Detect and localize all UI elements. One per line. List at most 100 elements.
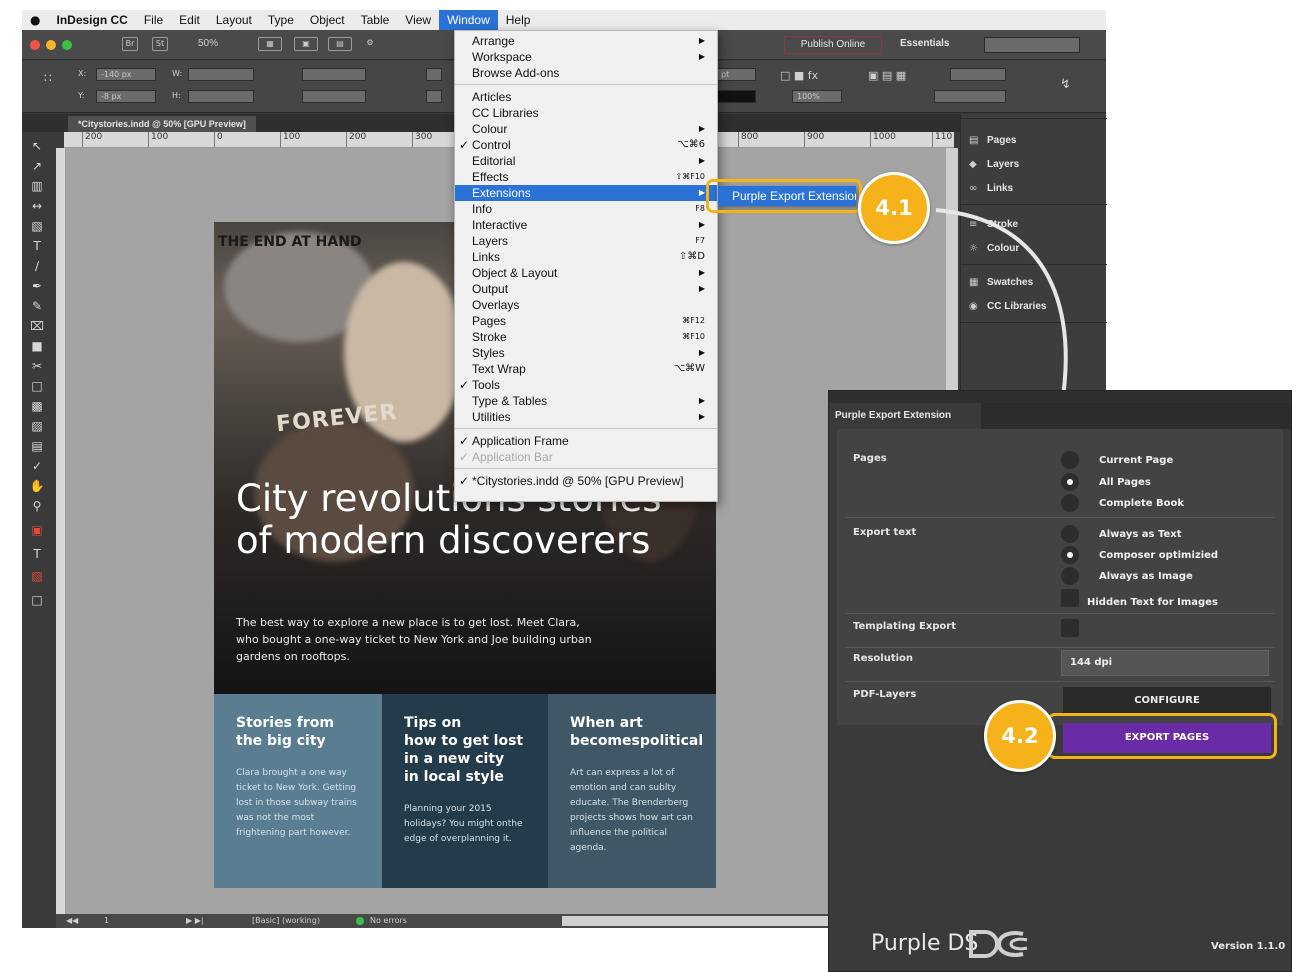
window-menu-item-overlays[interactable]: Overlays — [455, 297, 717, 313]
workspace-switcher[interactable]: Essentials — [900, 38, 949, 49]
sync-icon[interactable]: ⚙ — [362, 37, 378, 51]
reference-point-icon[interactable]: ∷ — [44, 71, 52, 85]
x-field[interactable]: -140 px — [96, 68, 156, 81]
scale-x-field[interactable] — [302, 68, 366, 81]
scale-y-field[interactable] — [302, 90, 366, 103]
menu-file[interactable]: File — [136, 10, 171, 30]
pages-current-radio[interactable] — [1061, 451, 1079, 469]
scissors-tool-icon[interactable]: ✂ — [29, 358, 45, 374]
window-menu-item-editorial[interactable]: Editorial ▶ — [455, 153, 717, 169]
page-tool-icon[interactable]: ▥ — [29, 178, 45, 194]
window-menu-item-citystories-indd-50-gpu-preview[interactable]: ✓ *Citystories.indd @ 50% [GPU Preview] — [455, 473, 717, 489]
window-menu-item-output[interactable]: Output ▶ — [455, 281, 717, 297]
zoom-window-icon[interactable] — [62, 40, 72, 50]
panel-links[interactable]: ∞ Links — [969, 180, 1013, 198]
menu-type[interactable]: Type — [260, 10, 302, 30]
arrange-documents-icon[interactable]: ▤ — [328, 37, 352, 51]
gradient-swatch-tool-icon[interactable]: ▩ — [29, 398, 45, 414]
stroke-weight-field[interactable]: pt — [716, 68, 756, 81]
stock-icon[interactable]: St — [152, 37, 168, 51]
rectangle-tool-icon[interactable]: ■ — [29, 338, 45, 354]
extension-panel-tab[interactable]: Purple Export Extension — [829, 403, 981, 429]
menu-view[interactable]: View — [397, 10, 439, 30]
eyedropper-tool-icon[interactable]: ✓ — [29, 458, 45, 474]
zoom-level[interactable]: 50% — [198, 38, 218, 49]
pencil-tool-icon[interactable]: ✎ — [29, 298, 45, 314]
menu-table[interactable]: Table — [353, 10, 398, 30]
menu-object[interactable]: Object — [302, 10, 353, 30]
formatting-affects-icon[interactable]: T — [29, 546, 45, 562]
window-menu-item-effects[interactable]: Effects ⇧⌘F10 — [455, 169, 717, 185]
horizontal-scrollbar[interactable] — [562, 916, 832, 926]
window-menu-item-layers[interactable]: Layers F7 — [455, 233, 717, 249]
apply-none-icon[interactable]: ▧ — [29, 568, 45, 584]
free-transform-tool-icon[interactable]: □ — [29, 378, 45, 394]
configure-button[interactable]: CONFIGURE — [1063, 687, 1271, 715]
window-menu-item-pages[interactable]: Pages ⌘F12 — [455, 313, 717, 329]
shear-field[interactable] — [426, 90, 442, 103]
hidden-text-label[interactable]: Hidden Text for Images — [1087, 597, 1218, 608]
frame-fitting-icon[interactable]: □ ■ fx — [780, 69, 818, 82]
object-style-field[interactable] — [934, 90, 1006, 103]
pages-book-radio[interactable] — [1061, 494, 1079, 512]
menu-app-name[interactable]: InDesign CC — [48, 10, 135, 30]
panel-layers[interactable]: ◆ Layers — [969, 156, 1019, 174]
search-input[interactable] — [984, 37, 1080, 53]
window-menu-item-browse-add-ons[interactable]: Browse Add-ons — [455, 65, 717, 81]
panel-pages[interactable]: ▤ Pages — [969, 132, 1016, 150]
pages-all-radio[interactable] — [1061, 473, 1079, 491]
rotation-field[interactable] — [426, 68, 442, 81]
window-menu-item-cc-libraries[interactable]: CC Libraries — [455, 105, 717, 121]
height-field[interactable] — [188, 90, 254, 103]
window-menu-item-stroke[interactable]: Stroke ⌘F10 — [455, 329, 717, 345]
pages-all-label[interactable]: All Pages — [1099, 477, 1151, 488]
window-menu-item-tools[interactable]: ✓ Tools — [455, 377, 717, 393]
y-field[interactable]: -8 px — [96, 90, 156, 103]
hidden-text-checkbox[interactable] — [1061, 589, 1079, 607]
window-menu-item-extensions[interactable]: Extensions ▶ — [455, 185, 717, 201]
window-menu-item-application-frame[interactable]: ✓ Application Frame — [455, 433, 717, 449]
window-menu-item-styles[interactable]: Styles ▶ — [455, 345, 717, 361]
window-menu-item-colour[interactable]: Colour ▶ — [455, 121, 717, 137]
effects-field[interactable] — [950, 68, 1006, 81]
view-options-icon[interactable]: ▦ — [258, 37, 282, 51]
next-page-icon[interactable]: ▶ ▶| — [186, 916, 204, 925]
gap-tool-icon[interactable]: ↔ — [29, 198, 45, 214]
window-menu-item-text-wrap[interactable]: Text Wrap ⌥⌘W — [455, 361, 717, 377]
width-field[interactable] — [188, 68, 254, 81]
opacity-field[interactable]: 100% — [792, 90, 842, 103]
first-page-icon[interactable]: ◀◀ — [66, 916, 78, 925]
window-menu-item-interactive[interactable]: Interactive ▶ — [455, 217, 717, 233]
screen-mode-tool-icon[interactable]: □ — [29, 592, 45, 608]
screen-mode-icon[interactable]: ▣ — [294, 37, 318, 51]
window-menu-item-object-layout[interactable]: Object & Layout ▶ — [455, 265, 717, 281]
apple-icon[interactable]: ● — [22, 10, 48, 30]
export-as-image-radio[interactable] — [1061, 567, 1079, 585]
window-menu-item-utilities[interactable]: Utilities ▶ — [455, 409, 717, 425]
hand-tool-icon[interactable]: ✋ — [29, 478, 45, 494]
pen-tool-icon[interactable]: ✒ — [29, 278, 45, 294]
menu-help[interactable]: Help — [498, 10, 539, 30]
export-as-text-radio[interactable] — [1061, 525, 1079, 543]
direct-selection-tool-icon[interactable]: ↗ — [29, 158, 45, 174]
window-menu-item-type-tables[interactable]: Type & Tables ▶ — [455, 393, 717, 409]
templating-export-checkbox[interactable] — [1061, 619, 1079, 637]
window-menu-item-articles[interactable]: Articles — [455, 89, 717, 105]
preflight-profile[interactable]: [Basic] (working) — [252, 916, 320, 925]
minimize-window-icon[interactable] — [46, 40, 56, 50]
selection-tool-icon[interactable]: ↖ — [29, 138, 45, 154]
export-composer-label[interactable]: Composer optimizied — [1099, 550, 1218, 561]
note-tool-icon[interactable]: ▤ — [29, 438, 45, 454]
line-tool-icon[interactable]: ∕ — [29, 258, 45, 274]
bridge-icon[interactable]: Br — [122, 37, 138, 51]
close-window-icon[interactable] — [30, 40, 40, 50]
window-menu-item-info[interactable]: Info F8 — [455, 201, 717, 217]
content-collector-icon[interactable]: ▧ — [29, 218, 45, 234]
export-composer-radio[interactable] — [1061, 546, 1079, 564]
gradient-feather-tool-icon[interactable]: ▨ — [29, 418, 45, 434]
menu-layout[interactable]: Layout — [208, 10, 260, 30]
stroke-type-field[interactable] — [716, 90, 756, 103]
window-menu-item-arrange[interactable]: Arrange ▶ — [455, 33, 717, 49]
rectangle-frame-tool-icon[interactable]: ⌧ — [29, 318, 45, 334]
quick-apply-icon[interactable]: ↯ — [1060, 77, 1071, 92]
